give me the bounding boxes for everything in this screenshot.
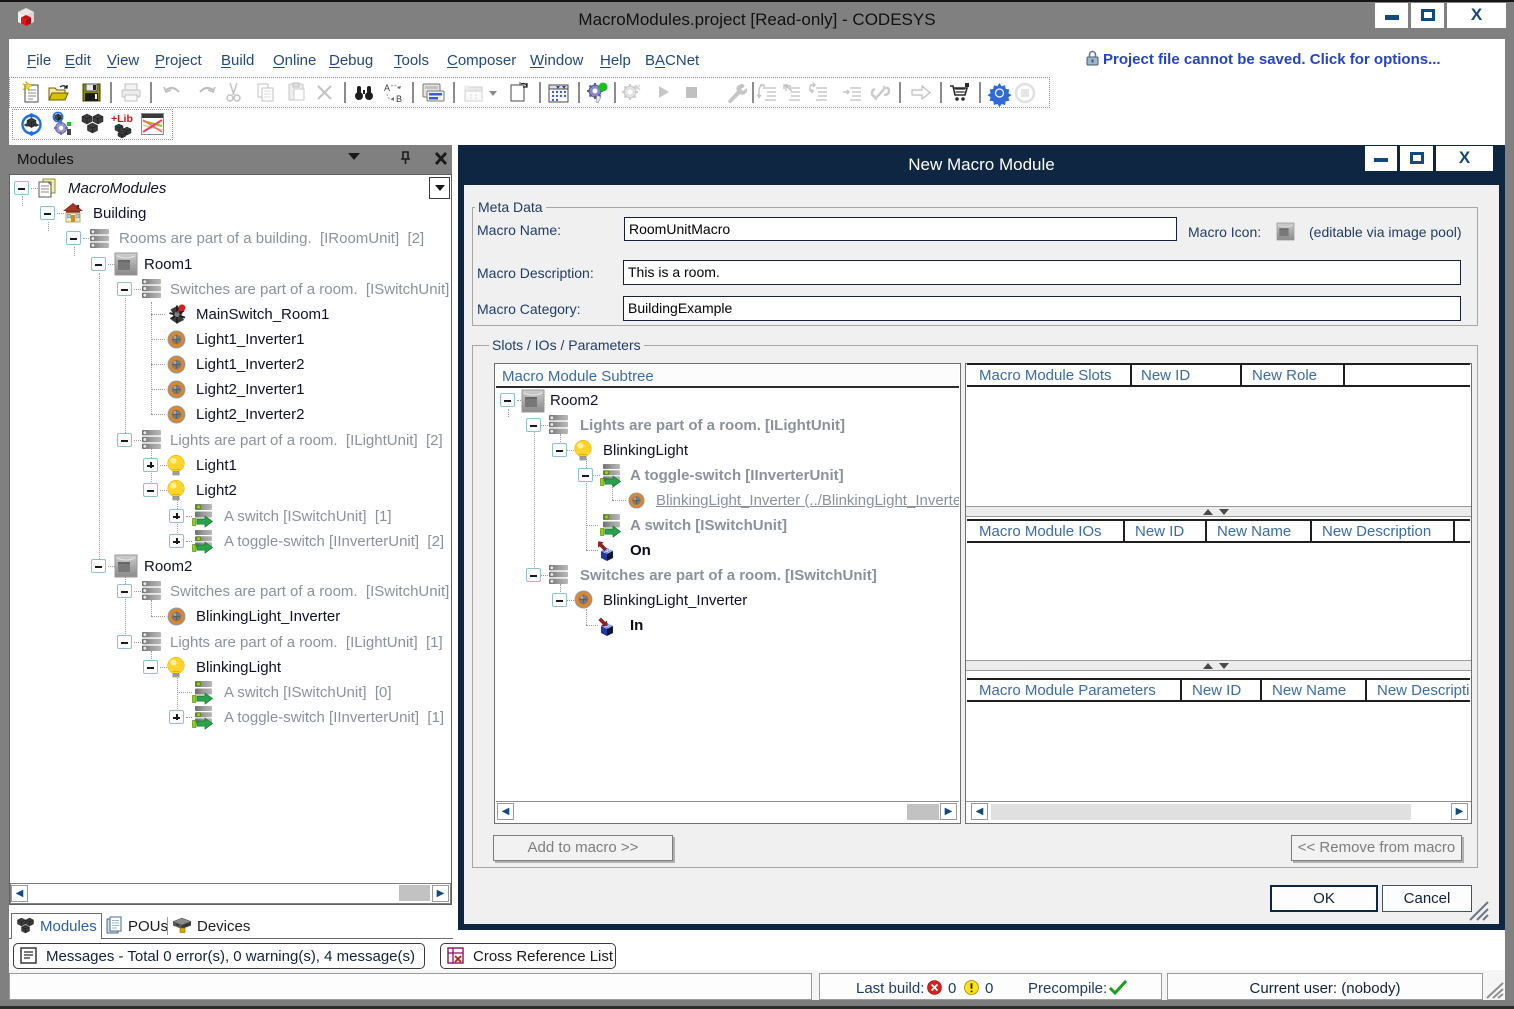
svg-text:B: B [396, 94, 402, 104]
svg-text:+Lib: +Lib [111, 113, 133, 125]
svg-text:A: A [384, 83, 390, 93]
